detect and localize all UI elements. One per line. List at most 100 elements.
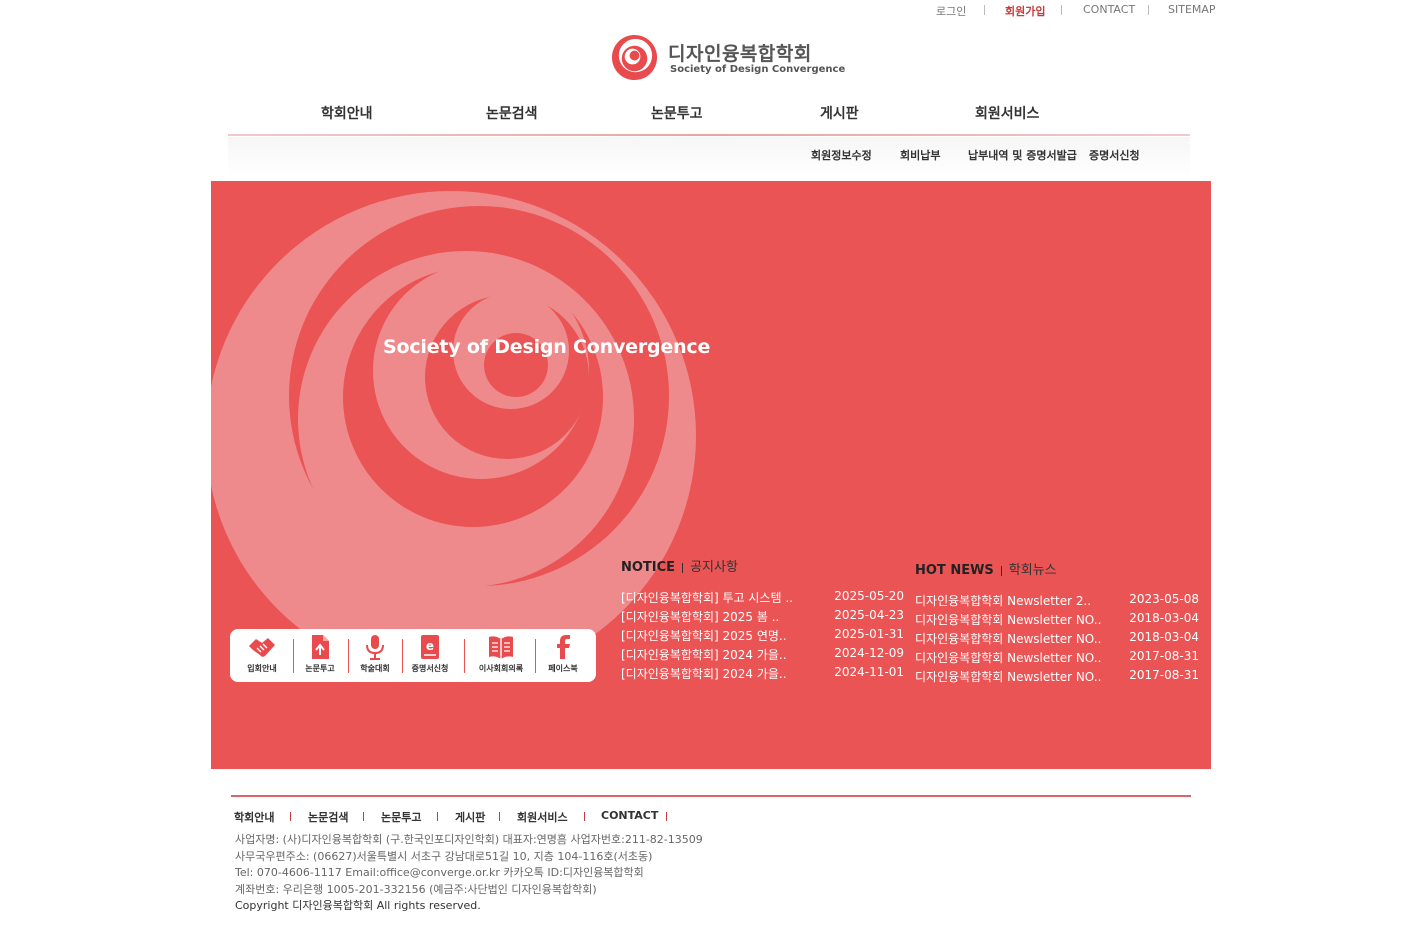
- divider: [290, 812, 291, 821]
- quick-label: 입회안내: [247, 664, 277, 673]
- news-heading[interactable]: HOT NEWS 학회뉴스: [915, 559, 1199, 581]
- notice-list: [디자인융복합학회] 투고 시스템 .. 2025-05-20 [디자인융복합학회…: [621, 589, 904, 684]
- notice-item-title: [디자인융복합학회] 2024 가을..: [621, 667, 787, 681]
- main-nav: 학회안내 논문검색 논문투고 게시판 회원서비스: [228, 100, 1190, 136]
- news-title-ko: 학회뉴스: [1008, 563, 1057, 578]
- list-item[interactable]: [디자인융복합학회] 투고 시스템 .. 2025-05-20: [621, 589, 904, 608]
- footer-nav-member-service[interactable]: 회원서비스: [517, 809, 568, 825]
- logo-swirl-icon: [611, 34, 658, 81]
- notice-board: NOTICE 공지사항 [디자인융복합학회] 투고 시스템 .. 2025-05-2…: [621, 556, 904, 684]
- notice-item-title: [디자인융복합학회] 2025 봄 ..: [621, 610, 780, 624]
- footer-divider: [231, 795, 1191, 797]
- divider: [1148, 5, 1149, 15]
- footer-nav-paper-submit[interactable]: 논문투고: [381, 809, 421, 825]
- submenu-bar: 회원정보수정 회비납부 납부내역 및 증명서발급 증명서신청: [228, 137, 1190, 177]
- news-item-title: 디자인융복합학회 Newsletter NO..: [915, 632, 1102, 646]
- divider: [363, 812, 364, 821]
- logo-text-ko: 디자인융복합학회: [668, 43, 812, 65]
- notice-item-title: [디자인융복합학회] 투고 시스템 ..: [621, 591, 793, 605]
- footer-copyright: Copyright 디자인융복합학회 All rights reserved.: [235, 899, 481, 913]
- divider: [666, 812, 667, 821]
- notice-heading[interactable]: NOTICE 공지사항: [621, 556, 904, 578]
- nav-paper-search[interactable]: 논문검색: [486, 103, 538, 123]
- divider: [584, 812, 585, 821]
- submenu-payment-history[interactable]: 납부내역 및 증명서발급: [968, 147, 1077, 163]
- submenu-edit-profile[interactable]: 회원정보수정: [811, 147, 872, 163]
- notice-item-title: [디자인융복합학회] 2025 연명..: [621, 629, 787, 643]
- quick-facebook[interactable]: 페이스북: [536, 634, 590, 678]
- book-icon: [489, 636, 513, 659]
- news-item-title: 디자인융복합학회 Newsletter NO..: [915, 651, 1102, 665]
- nav-paper-submit[interactable]: 논문투고: [651, 103, 703, 123]
- sitemap-link[interactable]: SITEMAP: [1168, 3, 1216, 16]
- notice-item-date: 2025-01-31: [834, 627, 904, 641]
- quick-label: 증명서신청: [411, 664, 449, 673]
- news-title-en: HOT NEWS: [915, 563, 994, 578]
- divider: [464, 639, 465, 673]
- hero-tagline: Society of Design Convergence: [383, 336, 711, 358]
- list-item[interactable]: [디자인융복합학회] 2024 가을.. 2024-12-09: [621, 646, 904, 665]
- divider: [682, 562, 684, 573]
- divider: [499, 812, 500, 821]
- nav-member-service[interactable]: 회원서비스: [975, 103, 1039, 123]
- list-item[interactable]: [디자인융복합학회] 2024 가을.. 2024-11-01: [621, 665, 904, 684]
- footer-business-info: 사업자명: (사)디자인융복합학회 (구.한국인포디자인학회) 대표자:연명흠 …: [235, 833, 703, 846]
- hero-banner: Society of Design Convergence 입회안내 논문투고: [211, 181, 1211, 769]
- submenu-pay-fee[interactable]: 회비납부: [900, 147, 940, 163]
- list-item[interactable]: 디자인융복합학회 Newsletter NO.. 2017-08-31: [915, 668, 1199, 687]
- quick-join-guide[interactable]: 입회안내: [235, 634, 289, 678]
- news-list: 디자인융복합학회 Newsletter 2.. 2023-05-08 디자인융복합…: [915, 592, 1199, 687]
- list-item[interactable]: 디자인융복합학회 Newsletter NO.. 2018-03-04: [915, 611, 1199, 630]
- news-item-title: 디자인융복합학회 Newsletter NO..: [915, 613, 1102, 627]
- news-item-date: 2018-03-04: [1129, 611, 1199, 625]
- document-upload-icon: [312, 635, 329, 659]
- nav-about[interactable]: 학회안내: [321, 103, 373, 123]
- quick-paper-submit[interactable]: 논문투고: [293, 634, 347, 678]
- quick-menu: 입회안내 논문투고 학술대회 e 증명서신청 이사회회의록 페이스북: [230, 629, 596, 682]
- quick-board-minutes[interactable]: 이사회회의록: [474, 634, 528, 678]
- footer-nav-contact[interactable]: CONTACT: [601, 809, 658, 822]
- nav-underline: [228, 134, 1190, 136]
- list-item[interactable]: 디자인융복합학회 Newsletter NO.. 2017-08-31: [915, 649, 1199, 668]
- utility-nav: 로그인 회원가입 CONTACT SITEMAP: [930, 3, 1220, 19]
- facebook-icon: [557, 635, 570, 659]
- footer-info: 사업자명: (사)디자인융복합학회 (구.한국인포디자인학회) 대표자:연명흠 …: [235, 832, 703, 915]
- footer-address: 사무국우편주소: (06627)서울특별시 서초구 강남대로51길 10, 지층…: [235, 849, 653, 863]
- quick-certificate[interactable]: e 증명서신청: [403, 634, 457, 678]
- footer-bank-account: 계좌번호: 우리은행 1005-201-332156 (예금주:사단법인 디자인…: [235, 882, 597, 896]
- notice-item-title: [디자인융복합학회] 2024 가을..: [621, 648, 787, 662]
- quick-conference[interactable]: 학술대회: [348, 634, 402, 678]
- footer-nav-board[interactable]: 게시판: [455, 809, 485, 825]
- handshake-icon: [249, 638, 275, 657]
- news-item-title: 디자인융복합학회 Newsletter 2..: [915, 594, 1092, 608]
- footer-contact-info: Tel: 070-4606-1117 Email:office@converge…: [235, 866, 644, 880]
- certificate-e-icon: e: [421, 635, 439, 659]
- divider: [437, 812, 438, 821]
- contact-link[interactable]: CONTACT: [1083, 3, 1135, 16]
- footer-nav-paper-search[interactable]: 논문검색: [308, 809, 348, 825]
- site-logo[interactable]: 디자인융복합학회 Society of Design Convergence: [610, 33, 845, 83]
- quick-label: 페이스북: [548, 664, 578, 673]
- notice-item-date: 2025-04-23: [834, 608, 904, 622]
- footer-nav-about[interactable]: 학회안내: [234, 809, 274, 825]
- notice-title-ko: 공지사항: [690, 560, 738, 575]
- list-item[interactable]: [디자인융복합학회] 2025 봄 .. 2025-04-23: [621, 608, 904, 627]
- news-item-date: 2018-03-04: [1129, 630, 1199, 644]
- join-link[interactable]: 회원가입: [1005, 3, 1045, 19]
- list-item[interactable]: [디자인융복합학회] 2025 연명.. 2025-01-31: [621, 627, 904, 646]
- submenu-certificate-request[interactable]: 증명서신청: [1089, 147, 1140, 163]
- microphone-icon: [366, 635, 384, 660]
- news-item-date: 2017-08-31: [1129, 649, 1199, 663]
- list-item[interactable]: 디자인융복합학회 Newsletter 2.. 2023-05-08: [915, 592, 1199, 611]
- notice-item-date: 2024-11-01: [834, 665, 904, 679]
- login-link[interactable]: 로그인: [936, 3, 966, 19]
- list-item[interactable]: 디자인융복합학회 Newsletter NO.. 2018-03-04: [915, 630, 1199, 649]
- news-board: HOT NEWS 학회뉴스 디자인융복합학회 Newsletter 2.. 2023…: [915, 559, 1199, 687]
- news-item-date: 2023-05-08: [1129, 592, 1199, 606]
- quick-label: 학술대회: [360, 664, 390, 673]
- quick-label: 이사회회의록: [478, 664, 524, 673]
- nav-board[interactable]: 게시판: [820, 103, 859, 123]
- notice-item-date: 2024-12-09: [834, 646, 904, 660]
- divider: [1000, 565, 1002, 576]
- notice-item-date: 2025-05-20: [834, 589, 904, 603]
